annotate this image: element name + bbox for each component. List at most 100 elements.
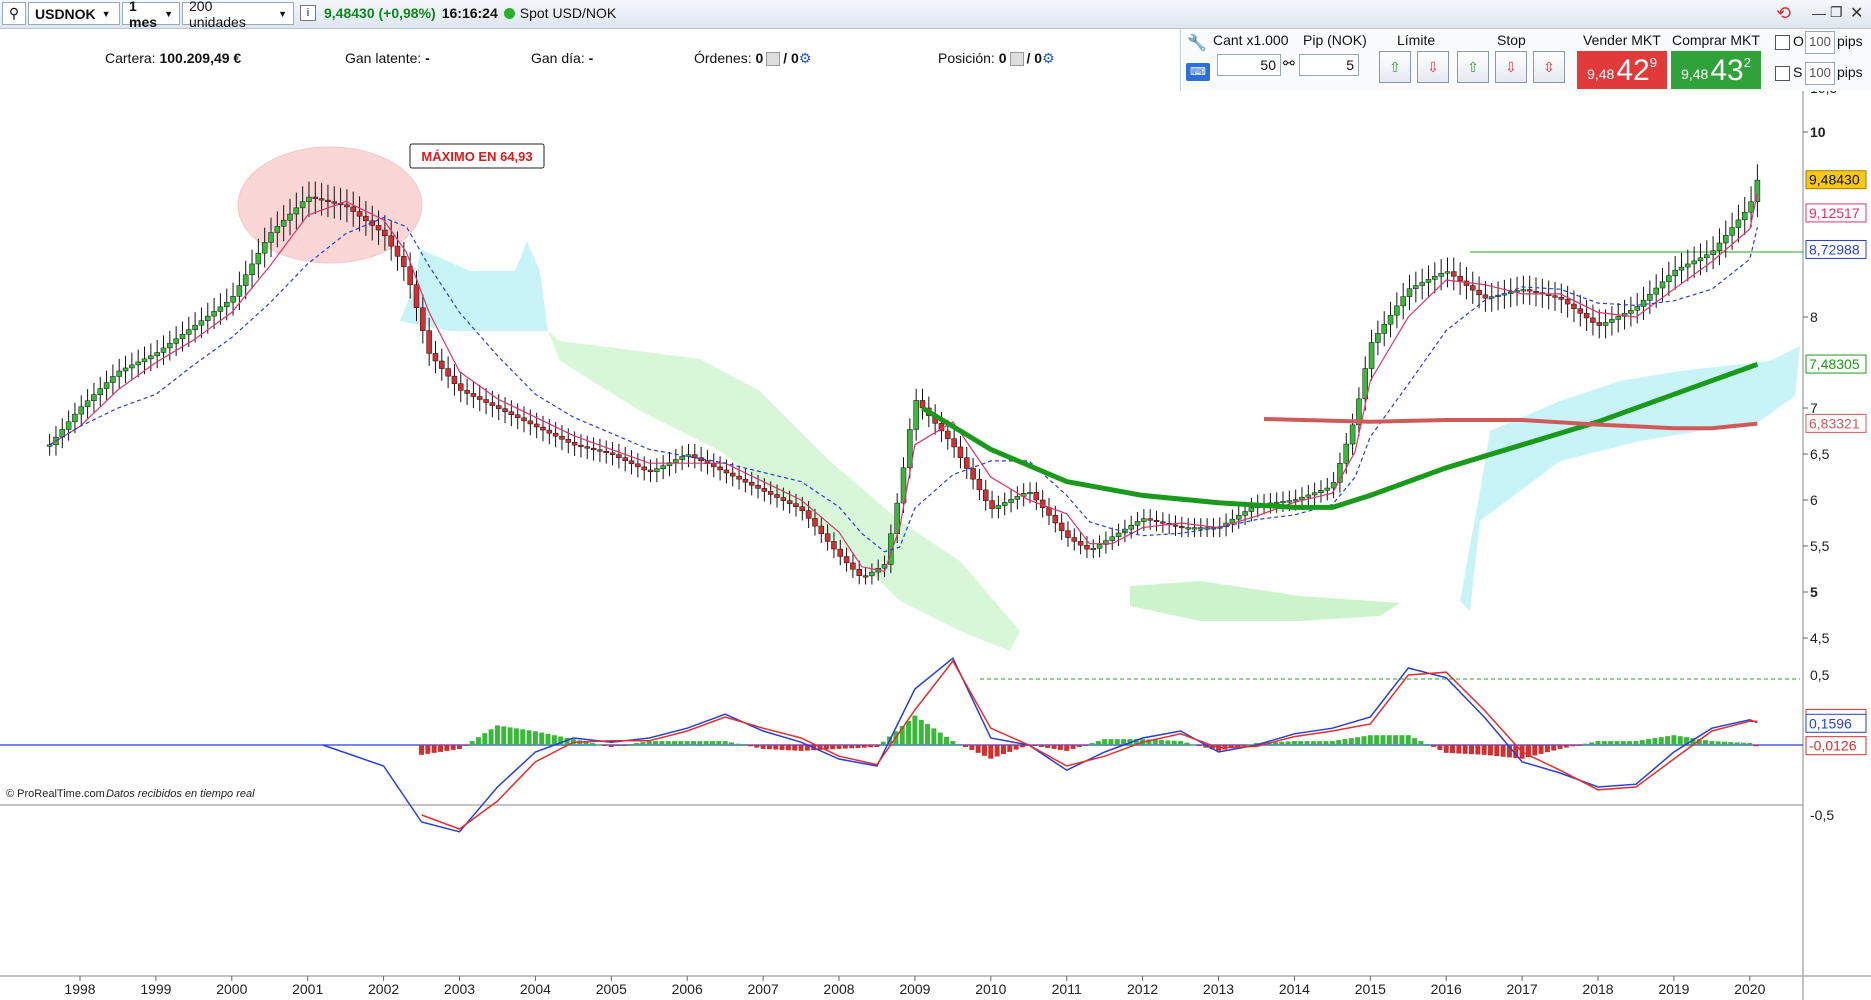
candle-body bbox=[141, 358, 148, 363]
macd-histogram-bar bbox=[716, 741, 722, 745]
macd-histogram-bar bbox=[912, 715, 918, 745]
candle-body bbox=[717, 466, 723, 471]
candle-body bbox=[1235, 515, 1242, 520]
buy-price-pips: 43 bbox=[1710, 54, 1744, 87]
macd-histogram-bar bbox=[1595, 741, 1601, 745]
candle-body bbox=[344, 204, 350, 208]
macd-histogram-bar bbox=[703, 741, 709, 745]
macd-histogram-bar bbox=[1399, 735, 1405, 745]
macd-histogram-bar bbox=[545, 733, 551, 745]
account-summary: Cartera: 100.209,49 € Gan latente: - Gan… bbox=[0, 29, 1180, 89]
candle-body bbox=[1349, 424, 1356, 445]
link-icon[interactable]: ⚯ bbox=[1283, 55, 1295, 72]
price-change: 9,48430 (+0,98%) bbox=[324, 5, 436, 21]
macd-histogram-bar bbox=[728, 742, 734, 745]
candle-body bbox=[1324, 487, 1331, 491]
kijun-tag: 8,72988 bbox=[1809, 241, 1860, 257]
macd-histogram-bar bbox=[1336, 740, 1342, 745]
stop-trailing-button[interactable]: ⇳ bbox=[1533, 51, 1565, 83]
o-checkbox[interactable] bbox=[1775, 35, 1790, 50]
candle-body bbox=[287, 213, 293, 221]
candle-body bbox=[135, 361, 141, 366]
pip-input[interactable]: 5 bbox=[1299, 54, 1359, 76]
candle-body bbox=[774, 494, 780, 498]
macd-histogram-bar bbox=[488, 729, 494, 745]
info-icon[interactable]: i bbox=[300, 5, 316, 21]
macd-histogram-bar bbox=[494, 725, 500, 745]
x-tick-label: 2011 bbox=[1052, 981, 1082, 997]
minimize-icon[interactable]: — bbox=[1812, 5, 1826, 21]
units-selector[interactable]: 200 unidades ▼ bbox=[182, 0, 294, 30]
stop-buy-button[interactable]: ⇧ bbox=[1457, 51, 1489, 83]
macd-histogram-bar bbox=[988, 745, 994, 759]
refresh-icon[interactable]: ⟲ bbox=[1776, 3, 1791, 24]
macd-histogram-bar bbox=[431, 745, 437, 753]
macd-histogram-bar bbox=[1019, 745, 1025, 748]
candle-body bbox=[439, 360, 445, 369]
candle-body bbox=[495, 405, 502, 409]
macd-histogram-bar bbox=[1013, 745, 1019, 750]
candle-body bbox=[609, 452, 616, 455]
candle-body bbox=[217, 306, 224, 312]
macd-histogram-bar bbox=[697, 741, 703, 745]
gan-latente: Gan latente: - bbox=[345, 50, 430, 66]
buy-market-button[interactable]: 9,48 43 2 bbox=[1671, 51, 1761, 89]
gan-latente-label: Gan latente: bbox=[345, 50, 422, 66]
candle-body bbox=[1526, 289, 1533, 292]
candle-body bbox=[824, 533, 831, 542]
macd-histogram-bar bbox=[678, 741, 684, 745]
x-tick-label: 2004 bbox=[520, 981, 551, 997]
macd-histogram-bar bbox=[1462, 745, 1468, 754]
cartera-value: 100.209,49 € bbox=[159, 50, 242, 66]
macd-histogram-bar bbox=[1494, 745, 1500, 757]
candle-body bbox=[236, 285, 243, 297]
limit-sell-button[interactable]: ⇩ bbox=[1417, 51, 1449, 83]
limit-buy-button[interactable]: ⇧ bbox=[1379, 51, 1411, 83]
candle-body bbox=[1248, 507, 1255, 512]
macd-histogram-bar bbox=[1715, 741, 1721, 745]
period-selector[interactable]: 1 mes ▼ bbox=[122, 0, 180, 30]
macd-histogram-bar bbox=[1165, 740, 1171, 745]
gear-icon[interactable]: ⚙ bbox=[799, 50, 812, 66]
wrench-icon[interactable]: 🔧 bbox=[1187, 33, 1207, 53]
candle-body bbox=[451, 375, 458, 384]
candle-body bbox=[660, 465, 666, 469]
candle-body bbox=[869, 571, 875, 577]
macd-histogram-bar bbox=[868, 745, 874, 748]
status-dot-icon bbox=[503, 7, 515, 19]
price-chart[interactable]: MÁXIMO EN 64,93 © ProRealTime.com Datos … bbox=[0, 91, 1871, 1000]
link-icon[interactable]: ⚲ bbox=[2, 2, 26, 25]
macd-histogram-bar bbox=[1665, 736, 1671, 745]
macd-histogram-bar bbox=[1437, 745, 1443, 750]
macd-histogram-bar bbox=[1386, 735, 1392, 745]
x-tick-label: 2002 bbox=[368, 981, 399, 997]
orders-icon[interactable] bbox=[766, 52, 781, 67]
quantity-input[interactable]: 50 bbox=[1217, 54, 1281, 76]
posicion[interactable]: Posición: 0 / 0⚙ bbox=[938, 50, 1055, 67]
macd-histogram-bar bbox=[1620, 741, 1626, 745]
candle-body bbox=[388, 235, 394, 247]
macd-histogram-bar bbox=[1443, 745, 1449, 753]
gear-icon[interactable]: ⚙ bbox=[1042, 50, 1055, 66]
stop-label: Stop bbox=[1497, 32, 1526, 48]
macd-histogram-bar bbox=[1000, 745, 1006, 755]
macd-histogram-bar bbox=[981, 745, 987, 756]
close-icon[interactable]: ✕ bbox=[1850, 3, 1863, 23]
restore-icon[interactable]: ❐ bbox=[1830, 4, 1843, 21]
candle-body bbox=[1413, 285, 1419, 289]
candle-body bbox=[407, 266, 413, 285]
macd-histogram-bar bbox=[1083, 745, 1089, 746]
posicion-count: 0 bbox=[998, 50, 1007, 66]
s-pips-input[interactable]: 100 bbox=[1805, 62, 1835, 85]
sell-market-button[interactable]: 9,48 42 9 bbox=[1577, 51, 1667, 89]
keyboard-icon[interactable]: ⌨ bbox=[1186, 63, 1210, 81]
macd-histogram-bar bbox=[1582, 743, 1588, 745]
positions-icon[interactable] bbox=[1009, 52, 1024, 67]
o-pips-input[interactable]: 100 bbox=[1805, 31, 1835, 54]
ordenes[interactable]: Órdenes: 0 / 0⚙ bbox=[694, 50, 811, 67]
sell-price-fraction: 9 bbox=[1649, 55, 1657, 70]
s-checkbox[interactable] bbox=[1775, 66, 1790, 81]
symbol-selector[interactable]: USDNOK ▼ bbox=[28, 2, 120, 25]
stop-sell-button[interactable]: ⇩ bbox=[1495, 51, 1527, 83]
y-tick-label: 10,5 bbox=[1810, 91, 1837, 96]
